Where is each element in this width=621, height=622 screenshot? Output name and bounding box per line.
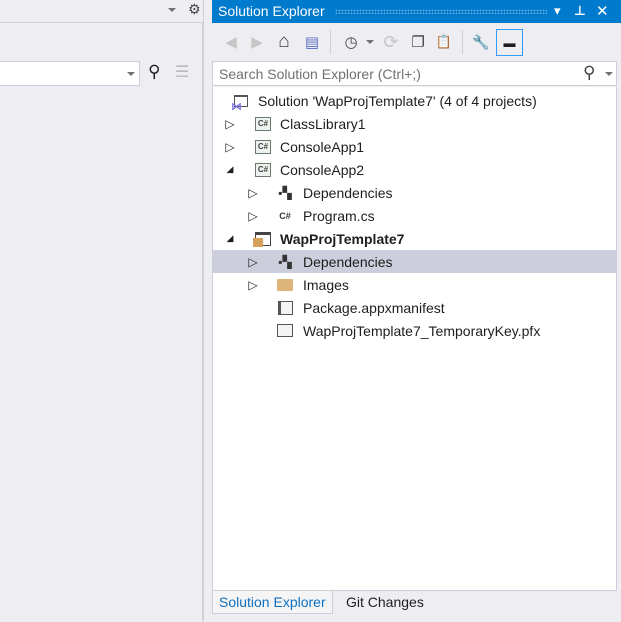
- dependencies-icon: ▪▚: [278, 185, 292, 200]
- manifest-icon: [276, 300, 294, 316]
- pin-icon[interactable]: ⊥: [574, 3, 586, 19]
- collapse-all-button[interactable]: ❐: [407, 30, 429, 54]
- tool-window-tabs: Solution Explorer Git Changes: [212, 591, 621, 620]
- window-menu-dropdown-icon[interactable]: ▾: [554, 3, 561, 19]
- search-placeholder: Search Solution Explorer (Ctrl+;): [219, 66, 421, 82]
- expand-arrow-icon[interactable]: ▷: [248, 209, 258, 223]
- search-icon[interactable]: ⚲: [583, 63, 595, 83]
- toolbar-separator: [462, 30, 463, 54]
- tree-item-label: ConsoleApp1: [280, 138, 365, 155]
- collapse-arrow-icon[interactable]: ◢: [225, 164, 235, 175]
- csproj-icon: C#: [254, 116, 272, 132]
- tree-item[interactable]: ▷ C# ClassLibrary1: [213, 112, 616, 135]
- sync-button[interactable]: ⟳: [380, 30, 402, 54]
- tree-item[interactable]: ▷ ▪▚ Dependencies: [213, 250, 616, 273]
- tab-solution-explorer[interactable]: Solution Explorer: [212, 591, 333, 614]
- clear-filter-icon[interactable]: ☰: [175, 62, 189, 82]
- tree-item[interactable]: Package.appxmanifest: [213, 296, 616, 319]
- chevron-down-icon[interactable]: [127, 72, 135, 76]
- tree-item[interactable]: ◢ C# ConsoleApp2: [213, 158, 616, 181]
- tab-git-changes[interactable]: Git Changes: [340, 591, 430, 614]
- search-solution-explorer-input[interactable]: Search Solution Explorer (Ctrl+;) ⚲: [212, 61, 617, 86]
- chevron-down-icon[interactable]: [366, 40, 374, 44]
- gear-icon[interactable]: ⚙: [188, 1, 201, 18]
- csproj-icon: C#: [254, 139, 272, 155]
- home-button[interactable]: ⌂: [273, 30, 295, 54]
- forward-button[interactable]: ▶: [246, 30, 268, 54]
- folder-icon: [276, 277, 294, 293]
- tree-item-label: ConsoleApp2: [280, 161, 365, 178]
- csfile-icon: C#: [279, 210, 291, 221]
- dependencies-icon: ▪▚: [278, 254, 292, 269]
- tree-item-label: Program.cs: [303, 207, 375, 224]
- search-options-dropdown-icon[interactable]: [605, 72, 613, 76]
- solution-tree: ⋈ Solution 'WapProjTemplate7' (4 of 4 pro…: [212, 87, 617, 591]
- preview-button[interactable]: ▬: [496, 29, 523, 56]
- toolbar-separator: [330, 30, 331, 54]
- search-icon[interactable]: ⚲: [148, 62, 160, 82]
- solution-explorer-title-bar: Solution Explorer ▾ ⊥ ✕: [212, 0, 621, 23]
- tree-item-label: WapProjTemplate7: [280, 230, 405, 247]
- pane-dropdown-icon[interactable]: [168, 8, 176, 12]
- close-icon[interactable]: ✕: [596, 2, 609, 20]
- collapse-arrow-icon[interactable]: ◢: [225, 233, 235, 244]
- tree-item-label: Dependencies: [303, 253, 393, 270]
- tree-item-label: Solution 'WapProjTemplate7' (4 of 4 proj…: [258, 92, 537, 109]
- panel-title: Solution Explorer: [218, 3, 325, 19]
- expand-arrow-icon[interactable]: ▷: [248, 278, 258, 292]
- tree-item[interactable]: ⋈ Solution 'WapProjTemplate7' (4 of 4 pro…: [213, 89, 616, 113]
- tree-item[interactable]: ▷ Images: [213, 273, 616, 296]
- expand-arrow-icon[interactable]: ▷: [225, 117, 235, 131]
- properties-button[interactable]: 🔧: [470, 30, 492, 54]
- tree-item-label: Dependencies: [303, 184, 393, 201]
- expand-arrow-icon[interactable]: ▷: [225, 140, 235, 154]
- switch-views-button[interactable]: ▤: [301, 30, 323, 54]
- tree-item[interactable]: ▷ C# ConsoleApp1: [213, 135, 616, 158]
- package-project-icon: [253, 231, 272, 247]
- tree-item-label: Images: [303, 276, 349, 293]
- csproj-icon: C#: [254, 162, 272, 178]
- tree-item-label: Package.appxmanifest: [303, 299, 445, 316]
- back-button[interactable]: ◀: [220, 30, 242, 54]
- tree-item-label: WapProjTemplate7_TemporaryKey.pfx: [303, 322, 541, 339]
- tree-item[interactable]: ▷ ▪▚ Dependencies: [213, 181, 616, 204]
- left-search-combo[interactable]: [0, 61, 140, 86]
- expand-arrow-icon[interactable]: ▷: [248, 255, 258, 269]
- tree-item[interactable]: WapProjTemplate7_TemporaryKey.pfx: [213, 319, 616, 342]
- tree-item[interactable]: ◢ WapProjTemplate7: [213, 227, 616, 250]
- title-grip[interactable]: [335, 9, 547, 14]
- pending-changes-filter-button[interactable]: ◷: [340, 30, 362, 54]
- solution-icon: ⋈: [231, 93, 250, 113]
- show-all-files-button[interactable]: 📋: [433, 30, 455, 54]
- certificate-icon: [276, 323, 294, 339]
- tree-item-label: ClassLibrary1: [280, 115, 366, 132]
- left-tool-pane: ⚙ ⚲ ☰: [0, 0, 204, 622]
- tree-item[interactable]: ▷ C# Program.cs: [213, 204, 616, 227]
- left-pane-body: [0, 22, 203, 622]
- expand-arrow-icon[interactable]: ▷: [248, 186, 258, 200]
